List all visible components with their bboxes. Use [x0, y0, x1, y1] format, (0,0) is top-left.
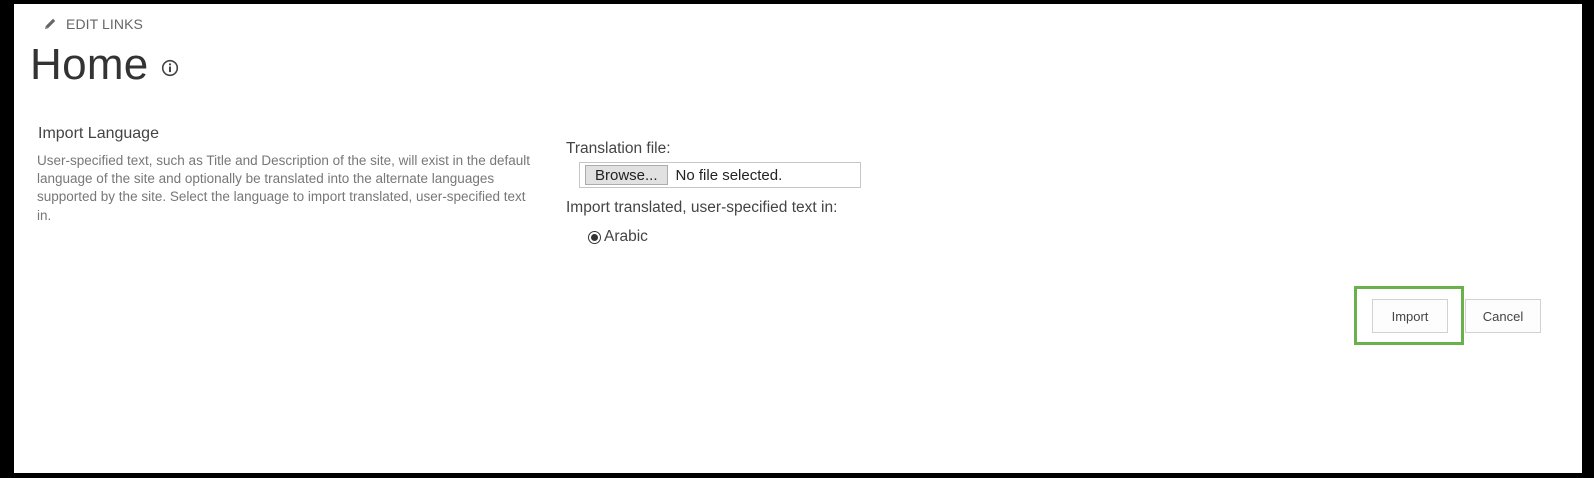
info-icon[interactable] — [161, 59, 179, 77]
radio-button[interactable] — [588, 230, 601, 244]
language-option-label: Arabic — [604, 228, 648, 245]
page-title-area: Home — [30, 36, 179, 94]
import-button[interactable]: Import — [1372, 299, 1448, 333]
page-title: Home — [30, 40, 149, 89]
radio-selected-dot — [591, 233, 598, 241]
language-option-arabic[interactable]: Arabic — [588, 228, 648, 246]
edit-links-label: EDIT LINKS — [66, 16, 143, 32]
pencil-icon — [43, 17, 57, 31]
file-status: No file selected. — [675, 166, 783, 184]
browse-button[interactable]: Browse... — [585, 165, 668, 185]
file-input[interactable]: Browse... No file selected. — [579, 162, 861, 188]
translation-file-label: Translation file: — [566, 140, 671, 157]
section-title: Import Language — [38, 125, 159, 142]
window-frame — [0, 0, 1594, 478]
edit-links-link[interactable]: EDIT LINKS — [43, 16, 143, 32]
import-language-label: Import translated, user-specified text i… — [566, 199, 838, 216]
section-description: User-specified text, such as Title and D… — [37, 153, 530, 223]
cancel-button[interactable]: Cancel — [1465, 299, 1541, 333]
